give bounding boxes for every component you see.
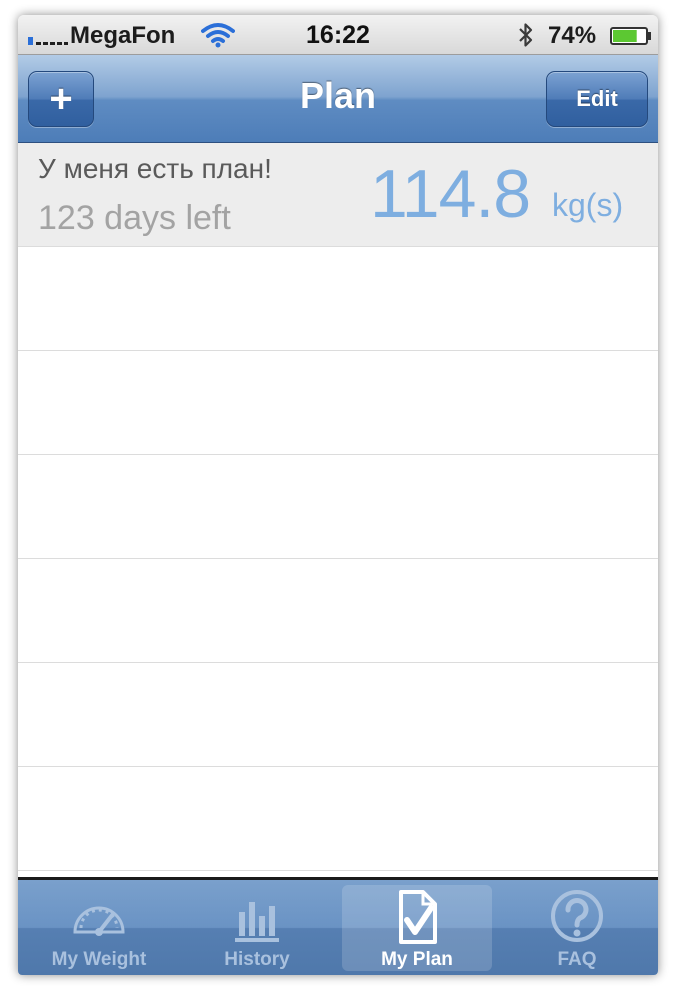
plan-unit: kg(s) bbox=[552, 187, 624, 223]
question-circle-icon bbox=[551, 890, 603, 942]
empty-row bbox=[18, 767, 658, 871]
edit-button[interactable]: Edit bbox=[546, 71, 648, 127]
status-bar: MegaFon 16:22 74% bbox=[18, 15, 658, 55]
plan-target-value: 114.8 bbox=[370, 156, 531, 232]
tab-label: FAQ bbox=[557, 949, 597, 970]
plan-table: У меня есть план! 123 days left 114.8 kg… bbox=[18, 143, 658, 871]
tab-my-weight[interactable]: My Weight bbox=[24, 885, 174, 971]
empty-row bbox=[18, 247, 658, 351]
speedometer-icon bbox=[73, 906, 125, 936]
bar-chart-icon bbox=[235, 902, 279, 942]
battery-percent: 74% bbox=[548, 22, 597, 49]
tab-label: History bbox=[224, 949, 290, 970]
tab-history[interactable]: History bbox=[182, 885, 332, 971]
navigation-bar: + Plan Edit bbox=[18, 55, 658, 143]
plan-days-left: 123 days left bbox=[38, 199, 231, 237]
plan-name: У меня есть план! bbox=[38, 153, 272, 184]
tab-label: My Plan bbox=[381, 949, 453, 970]
empty-row bbox=[18, 455, 658, 559]
battery-icon bbox=[610, 27, 651, 45]
document-check-icon bbox=[399, 890, 437, 944]
tab-my-plan[interactable]: My Plan bbox=[342, 885, 492, 971]
empty-row bbox=[18, 663, 658, 767]
tab-label: My Weight bbox=[51, 949, 147, 970]
app-screen: MegaFon 16:22 74% + Plan Edit У меня ест… bbox=[18, 15, 658, 975]
bluetooth-icon bbox=[519, 23, 533, 47]
plan-row[interactable]: У меня есть план! 123 days left 114.8 kg… bbox=[18, 143, 658, 247]
empty-row bbox=[18, 559, 658, 663]
tab-bar: My Weight History My Plan FAQ bbox=[18, 877, 658, 975]
empty-row bbox=[18, 351, 658, 455]
tab-faq[interactable]: FAQ bbox=[502, 885, 652, 971]
